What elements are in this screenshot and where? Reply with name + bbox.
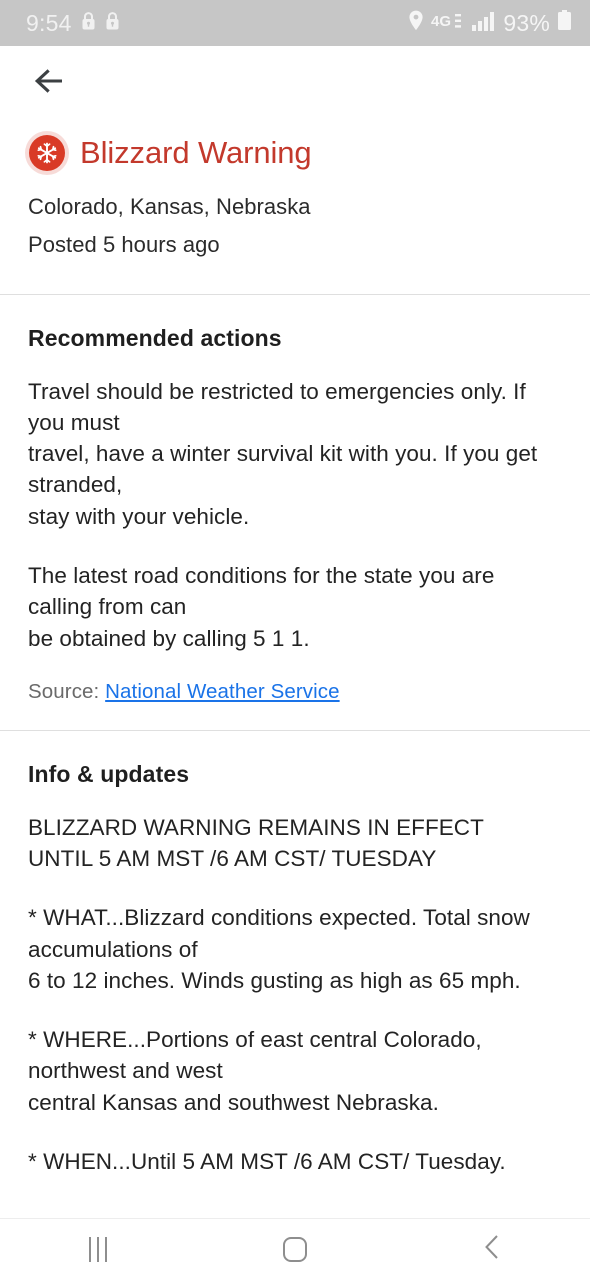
source-label: Source: [28, 679, 100, 703]
snowflake-alert-icon [25, 131, 69, 175]
info-updates-paragraph: * WHAT...Blizzard conditions expected. T… [28, 905, 530, 993]
svg-text:4G: 4G [431, 13, 451, 30]
recents-icon [89, 1237, 108, 1262]
battery-percent-label: 93% [503, 9, 550, 36]
page-title: Blizzard Warning [80, 134, 312, 170]
info-updates-section: Info & updates BLIZZARD WARNING REMAINS … [0, 731, 590, 1218]
recommended-actions-heading: Recommended actions [28, 324, 282, 351]
status-clock: 9:54 [26, 9, 72, 36]
battery-icon [557, 10, 572, 36]
network-4g-icon: 4G [431, 12, 465, 35]
arrow-left-icon [33, 66, 69, 99]
nav-recents-button[interactable] [53, 1219, 143, 1280]
status-bar: 9:54 4G 93% [0, 0, 590, 46]
back-button[interactable] [28, 59, 74, 105]
info-updates-paragraph: BLIZZARD WARNING REMAINS IN EFFECT UNTIL… [28, 814, 484, 872]
info-updates-heading: Info & updates [28, 760, 190, 787]
alert-title-row: Blizzard Warning [25, 131, 562, 175]
phone-screen: 9:54 4G 93% Blizzard Warning Colorado, K… [0, 0, 590, 1280]
nav-home-button[interactable] [250, 1219, 340, 1280]
recommended-actions-paragraph: Travel should be restricted to emergenci… [28, 378, 538, 529]
alert-regions: Colorado, Kansas, Nebraska [28, 194, 311, 219]
status-bar-right: 4G 93% [408, 10, 572, 37]
chevron-left-icon [481, 1233, 503, 1266]
source-line: Source: National Weather Service [28, 680, 562, 704]
info-updates-paragraph: * WHEN...Until 5 AM MST /6 AM CST/ Tuesd… [28, 1148, 506, 1174]
info-updates-paragraph: * WHERE...Portions of east central Color… [28, 1027, 482, 1115]
location-pin-icon [408, 10, 424, 36]
lock-icon [105, 11, 120, 36]
alert-posted-time: Posted 5 hours ago [28, 231, 220, 257]
status-bar-left: 9:54 [26, 10, 120, 37]
alert-header: Blizzard Warning Colorado, Kansas, Nebra… [0, 118, 590, 294]
signal-bars-icon [472, 11, 496, 36]
source-link[interactable]: National Weather Service [105, 680, 339, 703]
home-icon [282, 1237, 307, 1262]
lock-icon [81, 11, 96, 36]
nav-back-button[interactable] [447, 1219, 537, 1280]
android-navigation-bar [0, 1218, 590, 1280]
recommended-actions-section: Recommended actions Travel should be res… [0, 294, 590, 730]
app-bar [0, 46, 590, 118]
recommended-actions-paragraph: The latest road conditions for the state… [28, 562, 495, 651]
